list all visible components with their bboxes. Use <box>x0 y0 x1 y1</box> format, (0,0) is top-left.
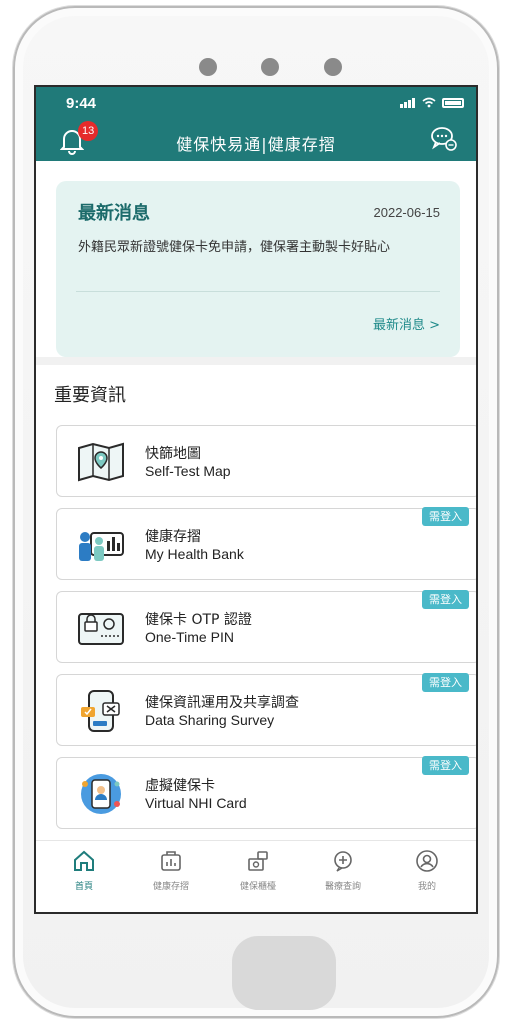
battery-icon <box>442 97 464 108</box>
login-required-badge: 需登入 <box>422 507 469 526</box>
home-hardware-button[interactable] <box>232 936 336 1010</box>
news-title: 最新消息 <box>78 203 150 224</box>
page-title: 健保快易通|健康存摺 <box>176 135 336 154</box>
nav-health-bank[interactable]: 健康存摺 <box>136 849 206 892</box>
otp-card-icon <box>78 613 124 645</box>
nav-profile[interactable]: 我的 <box>392 849 462 892</box>
info-item-otp[interactable]: 健保卡 OTP 認證 One-Time PIN 需登入 <box>56 590 476 663</box>
signal-icon <box>400 97 415 108</box>
bottom-nav: 首頁 健康存摺 健保櫃檯 醫療查詢 我的 <box>36 840 476 912</box>
info-item-virtual-nhi-card[interactable]: 虛擬健保卡 Virtual NHI Card 需登入 <box>56 756 476 829</box>
nav-medical-search[interactable]: 醫療查詢 <box>308 849 378 892</box>
item-title-zh: 虛擬健保卡 <box>145 778 215 794</box>
camera-dot <box>199 58 217 76</box>
status-time: 9:44 <box>66 95 97 112</box>
status-icons <box>400 97 464 108</box>
login-required-badge: 需登入 <box>422 756 469 775</box>
item-title-zh: 健保卡 OTP 認證 <box>145 612 252 628</box>
app-screen: 9:44 13 健保快易通|健康存摺 最新消息 2022-06-15 外籍民眾新… <box>34 85 478 914</box>
news-card[interactable]: 最新消息 2022-06-15 外籍民眾新證號健保卡免申請，健保署主動製卡好貼心… <box>56 181 460 357</box>
item-title-zh: 健保資訊運用及共享調查 <box>145 695 299 711</box>
app-header: 9:44 13 健保快易通|健康存摺 <box>36 87 476 161</box>
survey-phone-icon <box>81 690 120 732</box>
sensor-dot <box>261 58 279 76</box>
news-divider <box>76 291 440 292</box>
news-body[interactable]: 外籍民眾新證號健保卡免申請，健保署主動製卡好貼心 <box>78 239 442 256</box>
item-title-en: Self-Test Map <box>145 463 231 479</box>
news-more-link[interactable]: 最新消息 > <box>373 314 440 333</box>
item-title-en: Data Sharing Survey <box>145 712 275 728</box>
virtual-card-icon <box>81 774 121 814</box>
info-item-health-bank[interactable]: 健康存摺 My Health Bank 需登入 <box>56 507 476 580</box>
map-icon <box>78 442 124 482</box>
item-title-en: Virtual NHI Card <box>145 795 247 811</box>
nav-label: 首頁 <box>74 882 93 892</box>
info-item-data-sharing-survey[interactable]: 健保資訊運用及共享調查 Data Sharing Survey 需登入 <box>56 673 476 746</box>
login-required-badge: 需登入 <box>422 590 469 609</box>
section-title: 重要資訊 <box>54 385 126 406</box>
nav-label: 健康存摺 <box>152 882 189 892</box>
item-title-zh: 快篩地圖 <box>145 446 201 462</box>
nav-label: 我的 <box>417 882 436 892</box>
health-bank-icon <box>79 532 124 561</box>
section-divider <box>36 357 476 365</box>
wifi-icon <box>422 97 436 108</box>
info-item-self-test-map[interactable]: 快篩地圖 Self-Test Map <box>56 425 476 497</box>
item-title-zh: 健康存摺 <box>145 529 201 545</box>
item-title-en: My Health Bank <box>145 546 244 562</box>
nav-label: 醫療查詢 <box>324 882 361 892</box>
news-date: 2022-06-15 <box>373 205 441 220</box>
nav-home[interactable]: 首頁 <box>49 849 119 892</box>
chat-icon[interactable] <box>430 125 458 153</box>
speaker-dot <box>324 58 342 76</box>
medical-search-icon <box>334 851 352 872</box>
home-icon <box>74 850 94 871</box>
health-bank-icon <box>161 851 181 871</box>
counter-icon <box>248 851 268 871</box>
profile-icon <box>416 850 438 872</box>
item-title-en: One-Time PIN <box>145 629 234 645</box>
login-required-badge: 需登入 <box>422 673 469 692</box>
nav-counter[interactable]: 健保櫃檯 <box>223 849 293 892</box>
nav-label: 健保櫃檯 <box>239 882 276 892</box>
